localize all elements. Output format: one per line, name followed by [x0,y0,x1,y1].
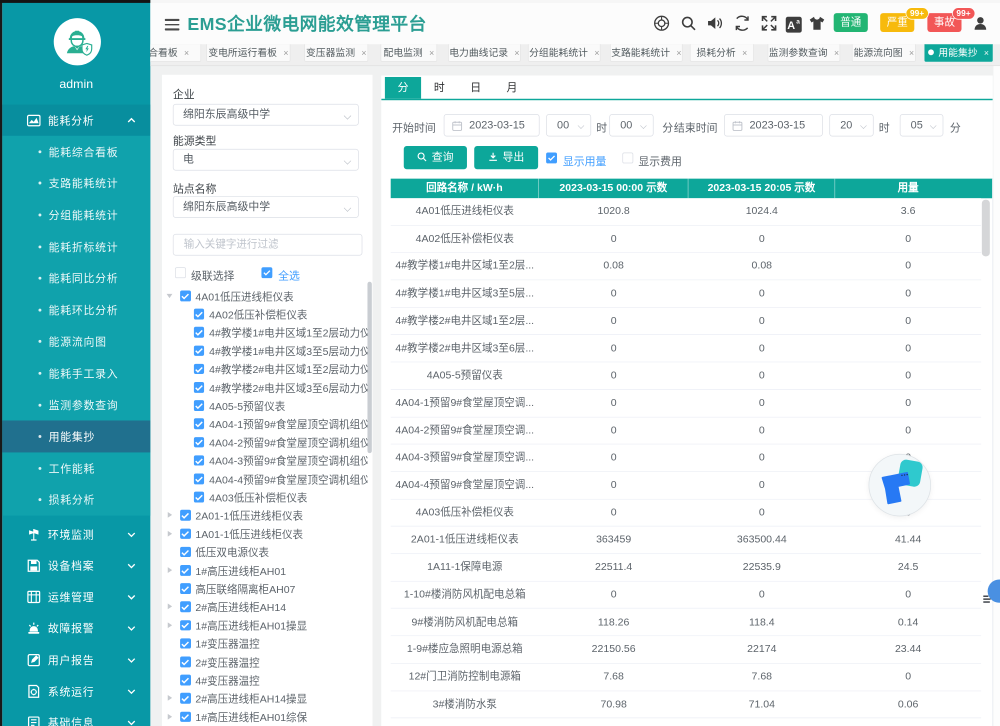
svg-text:A: A [787,20,795,32]
svg-text:a: a [796,19,800,26]
